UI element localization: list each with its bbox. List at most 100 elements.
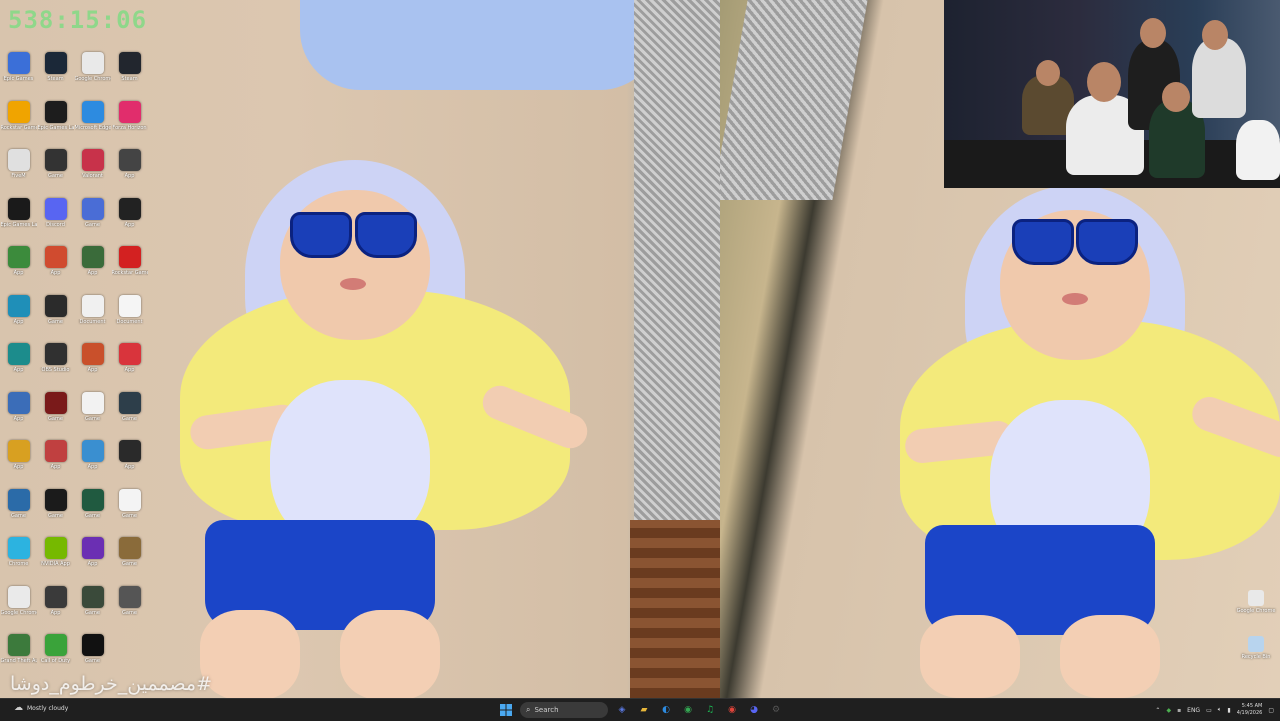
desktop-icon[interactable]: Steam	[111, 52, 148, 101]
desktop-icon[interactable]: Google Chrome	[0, 585, 37, 635]
desktop-icon[interactable]: App	[0, 391, 37, 441]
app-icon	[7, 294, 30, 317]
desktop-icon-grid: Epic Games Steam Google Chrome Steam Rocksta…	[0, 52, 160, 692]
desktop-icon[interactable]: App	[111, 343, 148, 392]
app-icon	[44, 246, 67, 268]
file-explorer-icon[interactable]: ▰	[636, 702, 652, 718]
epic-icon	[7, 197, 30, 220]
desktop-icon[interactable]: Game	[111, 391, 148, 441]
app-icon	[7, 343, 30, 365]
desktop-icon[interactable]: Game	[37, 149, 74, 198]
copilot-icon[interactable]: ◈	[614, 702, 630, 718]
desktop-icon-label: Google Chrome	[0, 609, 37, 616]
desktop-icon[interactable]: Rockstar Games	[0, 100, 37, 150]
desktop-icon-label: App	[50, 464, 61, 470]
desktop-icon-chrome-right[interactable]: Google Chrome	[1237, 590, 1275, 624]
settings-icon[interactable]: ⚙	[768, 702, 784, 718]
desktop-icon[interactable]: Game	[111, 585, 148, 635]
desktop-icon-label: App	[13, 415, 24, 422]
language-indicator[interactable]: ENG	[1187, 707, 1200, 714]
desktop-icon[interactable]: Game	[0, 488, 37, 538]
game-icon	[81, 634, 104, 656]
desktop-icon[interactable]: Valorant	[74, 149, 111, 198]
desktop-icon[interactable]: Game	[111, 488, 148, 538]
stream-timer: 538:15:06	[8, 6, 148, 34]
desktop-icon[interactable]: Google Chrome	[74, 52, 111, 101]
desktop-icon[interactable]: App	[0, 246, 37, 295]
discord-icon[interactable]: ◕	[746, 702, 762, 718]
desktop-icon[interactable]: App	[74, 537, 111, 586]
desktop-icon[interactable]: App	[74, 343, 111, 392]
chrome-icon-2[interactable]: ◉	[724, 702, 740, 718]
weather-widget[interactable]: ☁ Mostly cloudy	[14, 703, 68, 713]
desktop-icon-label: Google Chrome	[74, 76, 111, 82]
desktop-icon[interactable]: Microsoft Edge	[74, 100, 111, 150]
desktop-icon[interactable]: Game	[74, 197, 111, 247]
desktop-icon[interactable]: Document	[111, 294, 148, 344]
desktop-icon[interactable]: Game	[74, 585, 111, 635]
notification-icon[interactable]: ▢	[1268, 707, 1274, 714]
tray-app-icon[interactable]: ◆	[1166, 707, 1171, 714]
sunglasses-left-lens	[290, 212, 352, 258]
desktop-icon[interactable]: Game	[74, 488, 111, 538]
desktop-icon[interactable]: App	[74, 246, 111, 295]
cloud-icon: ☁	[14, 703, 23, 713]
desktop-icon[interactable]: App	[0, 294, 37, 344]
person-center-head	[1087, 62, 1121, 102]
taskbar-search[interactable]: ⌕ Search	[520, 702, 608, 718]
baby-figure	[890, 185, 1280, 698]
desktop-icon[interactable]: OBS Studio	[37, 343, 74, 392]
hashtag-overlay: #مصممين_خرطوم_دوشا	[10, 673, 213, 695]
desktop-icon[interactable]: App	[0, 343, 37, 392]
desktop-icon[interactable]: App	[0, 440, 37, 489]
desktop-icon[interactable]: Steam	[37, 52, 74, 101]
desktop-icon-recycle-bin[interactable]: Recycle Bin	[1242, 636, 1270, 670]
desktop-icon[interactable]: Discord	[37, 197, 74, 247]
edge-icon[interactable]: ◐	[658, 702, 674, 718]
tray-app-icon-2[interactable]: ▪	[1177, 707, 1181, 714]
game-icon	[118, 391, 141, 414]
desktop-icon[interactable]: Chrome	[0, 537, 37, 586]
desktop-icon-label: App	[13, 367, 24, 373]
chrome-icon[interactable]: ◉	[680, 702, 696, 718]
desktop-icon[interactable]: App	[37, 246, 74, 295]
desktop-icon[interactable]: Document	[74, 294, 111, 344]
desktop-icon[interactable]: Rockstar Games	[111, 246, 148, 295]
desktop-icon[interactable]: Epic Games Launcher	[0, 197, 37, 247]
chevron-up-icon[interactable]: ⌃	[1155, 707, 1160, 714]
blank	[119, 634, 141, 656]
desktop-icon[interactable]: Game	[37, 294, 74, 344]
system-tray: ⌃ ◆ ▪ ENG ▭ 🔈︎ ▮ 5:45 AM 4/19/2026 ▢	[1155, 701, 1274, 719]
desktop-icon-label: Steam	[121, 76, 138, 82]
desktop-icon[interactable]: App	[111, 440, 148, 489]
desktop-icon[interactable]: App	[111, 197, 148, 247]
clock[interactable]: 5:45 AM 4/19/2026	[1237, 703, 1263, 717]
desktop-icon[interactable]: App	[37, 585, 74, 635]
desktop-icon-label: App	[13, 464, 24, 470]
desktop-icon[interactable]: Game	[37, 488, 74, 538]
person-grey-hoodie	[1192, 38, 1246, 118]
battery-icon[interactable]: ▮	[1227, 707, 1230, 714]
desktop-icon[interactable]: App	[74, 440, 111, 489]
desktop-icon[interactable]: Game	[74, 391, 111, 441]
volume-icon[interactable]: 🔈︎	[1218, 706, 1222, 714]
network-icon[interactable]: ▭	[1206, 707, 1212, 714]
start-button[interactable]	[498, 702, 514, 718]
desktop-icon[interactable]: Game	[111, 537, 148, 586]
spotify-icon[interactable]: ♫	[702, 702, 718, 718]
baby-mouth	[1062, 293, 1088, 305]
desktop-icon[interactable]: Epic Games	[0, 52, 37, 101]
desktop-icon[interactable]: Game	[37, 391, 74, 441]
desktop-icon[interactable]: NVIDIA App	[37, 537, 74, 586]
app-icon	[44, 440, 67, 462]
desktop-icon-label: Epic Games	[3, 76, 34, 82]
desktop-icon-label: Epic Games Launcher	[37, 124, 74, 131]
desktop-icon[interactable]: App	[111, 149, 148, 198]
desktop-icon[interactable]: Forza Horizon	[111, 100, 148, 150]
desktop-icon[interactable]: Epic Games Launcher	[37, 100, 74, 150]
desktop-icon[interactable]: FiveM	[0, 149, 37, 198]
webcam-overlay	[944, 0, 1280, 188]
nvidia-icon	[44, 537, 67, 559]
steam-icon	[44, 52, 67, 74]
desktop-icon[interactable]: App	[37, 440, 74, 489]
